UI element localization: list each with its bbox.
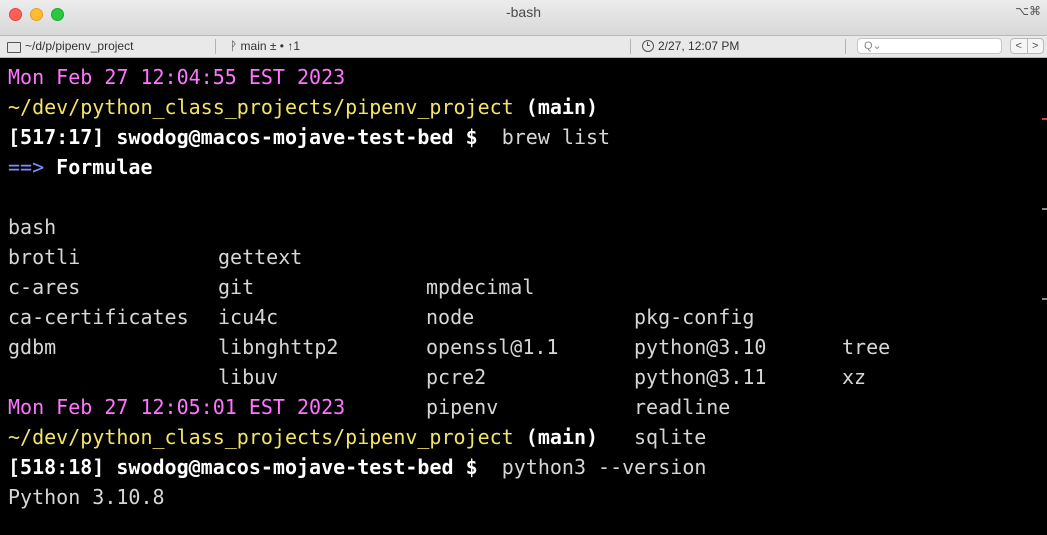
status-divider [215, 39, 216, 54]
formula-item: mpdecimal [426, 275, 535, 299]
formula-item: readline [634, 395, 731, 419]
prompt-symbol: $ [465, 125, 478, 149]
formulae-row: bash gettext mpdecimal pkg-config tree [8, 182, 890, 359]
cwd-path: ~/dev/python_class_projects/pipenv_proje… [8, 425, 514, 449]
formulae-row: c-ares icu4c openssl@1.1 python@3.11 [8, 242, 766, 389]
git-branch: (main) [525, 425, 599, 449]
formula-item: gettext [218, 245, 303, 269]
formula-item: git [218, 275, 255, 299]
search-prev-button[interactable]: < [1011, 39, 1027, 53]
formula-item: libuv [218, 365, 279, 389]
section-heading-line: ==> Formulae [8, 152, 153, 182]
section-heading: Formulae [56, 155, 153, 179]
timestamp-line: Mon Feb 27 12:04:55 EST 2023 [8, 65, 346, 89]
user-host: swodog@macos-mojave-test-bed [116, 125, 454, 149]
timestamp-line: Mon Feb 27 12:05:01 EST 2023 [8, 395, 346, 419]
history-counter: [517:17] [8, 125, 105, 149]
search-input[interactable]: Q⌄ [857, 38, 1002, 54]
formula-item: openssl@1.1 [426, 335, 559, 359]
status-divider [630, 39, 631, 54]
formula-item: python@3.11 [634, 365, 767, 389]
user-host: swodog@macos-mojave-test-bed [116, 455, 454, 479]
mark-indicator [1042, 118, 1047, 120]
formula-item: node [426, 305, 475, 329]
command-text: python3 --version [501, 455, 707, 479]
clock-label: 2/27, 12:07 PM [658, 39, 740, 53]
formula-item: sqlite [634, 425, 707, 449]
search-next-button[interactable]: > [1026, 39, 1044, 53]
formula-item: pcre2 [426, 365, 487, 389]
formula-item: pkg-config [634, 305, 755, 329]
prompt-line: [518:18] swodog@macos-mojave-test-bed $ … [8, 452, 706, 482]
git-branch: (main) [525, 95, 599, 119]
status-bar: ~/d/p/pipenv_project ᚹ main ± • ↑1 2/27,… [0, 36, 1047, 58]
cwd-path: ~/dev/python_class_projects/pipenv_proje… [8, 95, 514, 119]
path-component[interactable]: ~/d/p/pipenv_project [7, 39, 133, 53]
cwd-line: ~/dev/python_class_projects/pipenv_proje… [8, 422, 598, 452]
status-divider [845, 39, 846, 54]
formula-item: xz [842, 365, 867, 389]
formulae-row: gdbm libuv pipenv sqlite [8, 302, 706, 449]
formula-item: icu4c [218, 305, 279, 329]
git-branch-label: ᚹ main ± • ↑1 [230, 39, 301, 53]
command-output: Python 3.10.8 [8, 485, 165, 509]
cwd-line: ~/dev/python_class_projects/pipenv_proje… [8, 92, 598, 122]
formula-item: gdbm [8, 335, 57, 359]
formula-item: libnghttp2 [218, 335, 339, 359]
prompt-symbol: $ [465, 455, 478, 479]
clock-icon [642, 40, 654, 52]
clock-component[interactable]: 2/27, 12:07 PM [642, 39, 739, 53]
mark-indicator [1042, 208, 1047, 210]
title-bar: -bash ⌥⌘ [0, 0, 1047, 36]
formula-item: python@3.10 [634, 335, 767, 359]
mark-indicator [1042, 298, 1047, 300]
formulae-row: ca-certificates libnghttp2 pcre2 readlin… [8, 272, 730, 419]
arrow-marker: ==> [8, 155, 45, 179]
formula-item: pipenv [426, 395, 499, 419]
search-nav: < > [1010, 38, 1044, 54]
history-counter: [518:18] [8, 455, 105, 479]
command-text: brew list [501, 125, 611, 149]
terminal-window: -bash ⌥⌘ ~/d/p/pipenv_project ᚹ main ± •… [0, 0, 1047, 535]
formula-item: tree [842, 335, 891, 359]
window-title: -bash [505, 4, 542, 20]
prompt-line: [517:17] swodog@macos-mojave-test-bed $ … [8, 122, 610, 152]
terminal-output[interactable]: Mon Feb 27 12:04:55 EST 2023 ~/dev/pytho… [0, 58, 1047, 535]
git-branch-component[interactable]: ᚹ main ± • ↑1 [230, 39, 300, 53]
keyboard-shortcut-icon: ⌥⌘ [1015, 4, 1041, 18]
scrollbar-marks [1042, 118, 1047, 418]
folder-icon [7, 41, 21, 53]
path-label: ~/d/p/pipenv_project [25, 39, 134, 53]
formulae-row: brotli git node python@3.10 xz [8, 212, 866, 389]
